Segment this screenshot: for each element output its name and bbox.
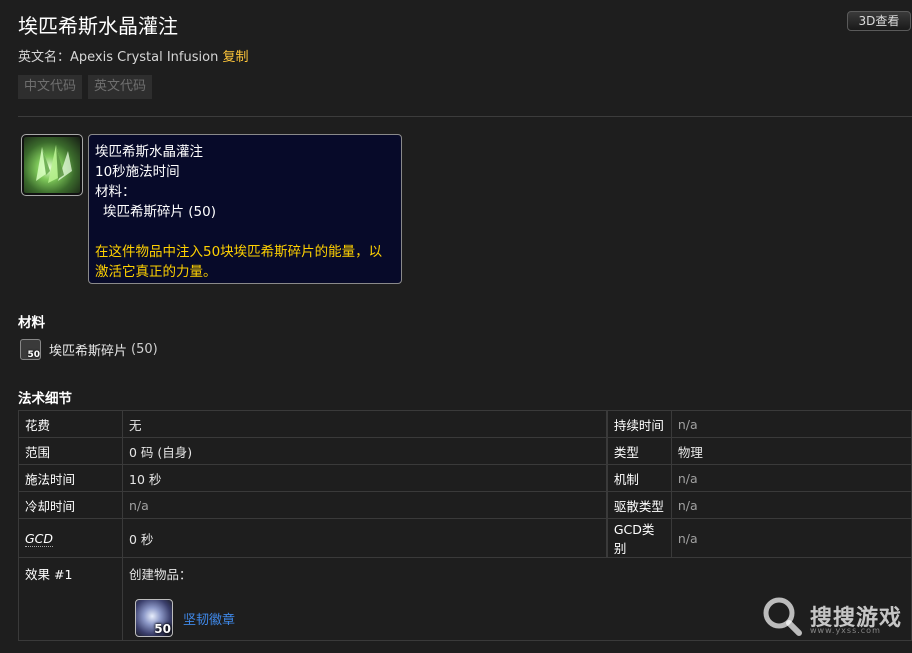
copy-button[interactable]: 复制 [222,50,248,65]
reagent-item[interactable]: 50 埃匹希斯碎片 (50) [20,339,158,360]
watermark: 搜搜游戏 www.yxss.com [762,596,902,636]
shard-icon-count: 50 [27,350,40,360]
badge-icon[interactable]: 50 [135,599,173,637]
row-value-2: 物理 [670,437,912,465]
row-value-2: n/a [670,491,912,519]
english-name: Apexis Crystal Infusion [70,50,219,65]
row-value: 10 秒 [121,464,608,492]
table-row: 花费 无 持续时间 n/a [18,410,912,438]
table-row: 施法时间 10 秒 机制 n/a [18,464,912,492]
effect-item-link[interactable]: 坚韧徽章 [183,609,235,628]
reagent-name[interactable]: 埃匹希斯碎片 [49,340,127,359]
row-label-2: 类型 [605,437,672,465]
view-3d-button[interactable]: 3D查看 [847,11,911,31]
chinese-code-button[interactable]: 中文代码 [18,75,83,99]
row-label: 花费 [18,410,123,438]
badge-icon-count: 50 [154,622,171,636]
english-name-label: 英文名： [18,50,71,65]
row-label: 冷却时间 [18,491,123,519]
effect-label: 效果 #1 [18,557,123,641]
watermark-url: www.yxss.com [810,626,881,635]
row-value: 0 码 (自身) [121,437,608,465]
effect-text: 创建物品： [129,567,192,582]
search-magnifier-logo-icon [763,597,802,636]
materials-heading: 材料 [18,315,45,331]
table-row: 范围 0 码 (自身) 类型 物理 [18,437,912,465]
tooltip-description: 在这件物品中注入50块埃匹希斯碎片的能量，以激活它真正的力量。 [95,244,383,280]
row-label-2: 驱散类型 [605,491,672,519]
spell-details-heading: 法术细节 [18,391,72,407]
row-value: 0 秒 [121,518,608,558]
row-label-2: 机制 [605,464,672,492]
tooltip-material-line: 埃匹希斯碎片 (50) [103,204,217,220]
row-label: 施法时间 [18,464,123,492]
tooltip-cast-time: 10秒施法时间 [95,164,180,180]
page-title: 埃匹希斯水晶灌注 [18,14,178,38]
row-label-2: 持续时间 [605,410,672,438]
row-value-2: n/a [670,410,912,438]
row-value: n/a [121,491,608,519]
spell-tooltip: 埃匹希斯水晶灌注 10秒施法时间 材料： 埃匹希斯碎片 (50) 在这件物品中注… [88,134,402,284]
spell-icon [21,134,83,196]
row-value-2: n/a [670,518,912,558]
row-label: 范围 [18,437,123,465]
divider [18,116,912,117]
reagent-count: (50) [131,342,158,357]
row-label: GCD [18,518,123,558]
english-code-button[interactable]: 英文代码 [88,75,153,99]
table-row: GCD 0 秒 GCD类别 n/a [18,518,912,558]
tooltip-materials-label: 材料： [95,184,136,200]
table-row: 冷却时间 n/a 驱散类型 n/a [18,491,912,519]
row-value: 无 [121,410,608,438]
row-value-2: n/a [670,464,912,492]
shard-icon: 50 [20,339,41,360]
row-label-2: GCD类别 [605,518,672,558]
crystal-icon [36,145,72,183]
gcd-label[interactable]: GCD [25,530,54,547]
english-name-line: 英文名：Apexis Crystal Infusion 复制 [18,46,248,65]
tooltip-spell-name: 埃匹希斯水晶灌注 [95,144,203,160]
